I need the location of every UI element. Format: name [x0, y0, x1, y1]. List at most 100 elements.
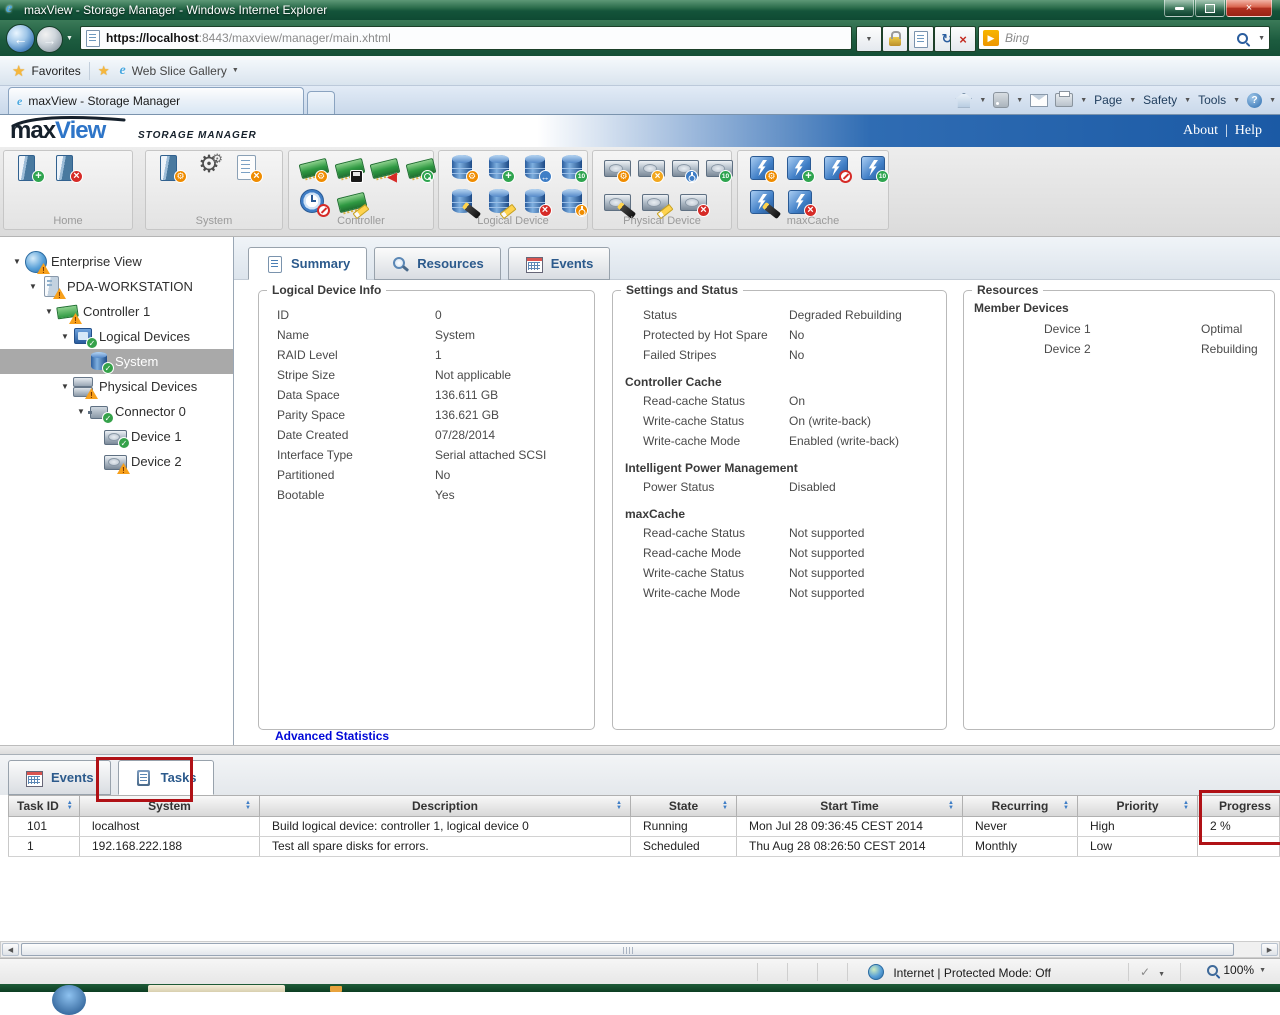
ribbon-button-cache-locate[interactable] — [748, 188, 778, 216]
search-box[interactable]: ▶ Bing ▼ — [978, 26, 1270, 50]
ribbon-button-gear-standalone[interactable] — [194, 154, 224, 182]
tools-menu[interactable]: Tools — [1198, 93, 1226, 107]
print-dropdown-icon[interactable]: ▼ — [1080, 97, 1087, 104]
bottom-tab-events[interactable]: Events — [8, 760, 111, 795]
ribbon-button-cache-disable[interactable] — [822, 154, 851, 182]
tree-expander-icon[interactable]: ▼ — [74, 407, 88, 416]
tab-events[interactable]: Events — [508, 247, 611, 280]
back-button[interactable]: ← — [6, 24, 35, 53]
tree-item-controller-1[interactable]: ▼Controller 1 — [0, 299, 233, 324]
tree-item-system[interactable]: System — [0, 349, 233, 374]
tree-expander-icon[interactable]: ▼ — [42, 307, 56, 316]
page-dropdown-icon[interactable]: ▼ — [1129, 97, 1136, 104]
home-icon[interactable] — [955, 93, 972, 108]
ribbon-button-card-restore[interactable] — [370, 154, 398, 182]
security-lock-button[interactable] — [882, 26, 908, 52]
tree-expander-icon[interactable]: ▼ — [58, 332, 72, 341]
browser-tab[interactable]: e maxView - Storage Manager — [8, 87, 304, 114]
ribbon-button-server-add[interactable] — [14, 154, 44, 182]
mail-icon[interactable] — [1030, 94, 1048, 107]
tree-expander-icon[interactable]: ▼ — [26, 282, 40, 291]
column-header-start-time[interactable]: Start Time▲▼ — [737, 795, 963, 817]
start-orb[interactable] — [52, 985, 86, 1015]
tree-item-physical-devices[interactable]: ▼Physical Devices — [0, 374, 233, 399]
table-row[interactable]: 1192.168.222.188Test all spare disks for… — [8, 837, 1280, 857]
column-header-system[interactable]: System▲▼ — [80, 795, 260, 817]
horizontal-scrollbar[interactable]: ◀ ▶ — [0, 941, 1280, 958]
page-menu[interactable]: Page — [1094, 93, 1122, 107]
safety-dropdown-icon[interactable]: ▼ — [1184, 97, 1191, 104]
table-row[interactable]: 101localhostBuild logical device: contro… — [8, 817, 1280, 837]
restore-button[interactable] — [1195, 0, 1225, 17]
tree-item-pda-workstation[interactable]: ▼PDA-WORKSTATION — [0, 274, 233, 299]
tree-item-device-2[interactable]: Device 2 — [0, 449, 233, 474]
ribbon-button-cache-add[interactable] — [785, 154, 814, 182]
sort-icon[interactable]: ▲▼ — [722, 801, 728, 811]
rss-dropdown-icon[interactable]: ▼ — [1016, 97, 1023, 104]
column-header-task-id[interactable]: Task ID▲▼ — [8, 795, 80, 817]
panel-splitter[interactable] — [0, 745, 1280, 755]
sort-icon[interactable]: ▲▼ — [1183, 801, 1189, 811]
forward-button[interactable]: → — [36, 26, 63, 53]
about-link[interactable]: About — [1183, 123, 1218, 138]
scroll-right-arrow[interactable]: ▶ — [1261, 943, 1278, 956]
ribbon-button-disk-delete[interactable] — [679, 188, 709, 216]
ribbon-button-card-settings[interactable] — [299, 154, 327, 182]
taskbar-app-button[interactable] — [148, 985, 285, 992]
history-dropdown-icon[interactable]: ▼ — [66, 35, 73, 42]
ribbon-button-disk-power[interactable] — [671, 154, 697, 182]
ribbon-button-log-clear[interactable] — [232, 154, 262, 182]
column-header-progress[interactable]: Progress — [1198, 795, 1280, 817]
rss-feed-icon[interactable] — [993, 92, 1009, 108]
tools-dropdown-icon[interactable]: ▼ — [1233, 97, 1240, 104]
scrollbar-thumb[interactable] — [21, 943, 1234, 956]
add-favorite-icon[interactable]: ★ — [98, 63, 110, 79]
sort-icon[interactable]: ▲▼ — [67, 801, 73, 811]
help-icon[interactable]: ? — [1247, 93, 1262, 108]
column-header-description[interactable]: Description▲▼ — [260, 795, 631, 817]
ribbon-button-db-add[interactable] — [486, 154, 515, 182]
advanced-statistics-link[interactable]: Advanced Statistics — [275, 729, 389, 743]
zoom-control[interactable]: 100% ▼ — [1207, 963, 1266, 977]
search-dropdown-icon[interactable]: ▼ — [1258, 35, 1265, 42]
favorites-button[interactable]: Favorites — [31, 64, 80, 78]
minimize-button[interactable] — [1164, 0, 1194, 17]
tab-summary[interactable]: Summary — [248, 247, 367, 280]
ribbon-button-card-save[interactable] — [335, 154, 363, 182]
ribbon-button-clock-disable[interactable] — [299, 188, 329, 216]
tree-item-enterprise-view[interactable]: ▼Enterprise View — [0, 249, 233, 274]
print-icon[interactable] — [1055, 93, 1073, 107]
url-dropdown-button[interactable]: ▼ — [856, 26, 882, 52]
tree-item-logical-devices[interactable]: ▼Logical Devices — [0, 324, 233, 349]
column-header-recurring[interactable]: Recurring▲▼ — [963, 795, 1078, 817]
ribbon-button-card-scan[interactable] — [406, 154, 434, 182]
ribbon-button-db-power[interactable] — [559, 188, 588, 216]
sort-icon[interactable]: ▲▼ — [616, 801, 622, 811]
column-header-state[interactable]: State▲▼ — [631, 795, 737, 817]
tree-item-connector-0[interactable]: ▼Connector 0 — [0, 399, 233, 424]
ribbon-button-cache-settings[interactable] — [748, 154, 777, 182]
ribbon-button-db-locate[interactable] — [449, 188, 478, 216]
ribbon-button-disk-locate[interactable] — [603, 188, 633, 216]
ribbon-button-db-erase[interactable] — [486, 188, 515, 216]
sort-icon[interactable]: ▲▼ — [1063, 801, 1069, 811]
scroll-left-arrow[interactable]: ◀ — [2, 943, 19, 956]
ribbon-button-cache-binary[interactable] — [859, 154, 888, 182]
ribbon-button-disk-binary[interactable] — [705, 154, 731, 182]
ribbon-button-db-expand[interactable] — [522, 154, 551, 182]
sort-icon[interactable]: ▲▼ — [245, 801, 251, 811]
tree-expander-icon[interactable]: ▼ — [10, 257, 24, 266]
ribbon-button-disk-settings[interactable] — [603, 154, 629, 182]
tree-item-device-1[interactable]: Device 1 — [0, 424, 233, 449]
bottom-tab-tasks[interactable]: Tasks — [118, 760, 214, 795]
help-link[interactable]: Help — [1235, 123, 1262, 138]
ribbon-button-db-delete[interactable] — [522, 188, 551, 216]
close-button[interactable]: × — [1226, 0, 1272, 17]
new-tab-stub[interactable] — [307, 91, 335, 115]
stop-button[interactable]: × — [950, 26, 976, 52]
compatibility-view-button[interactable] — [908, 26, 934, 52]
ribbon-button-cache-delete[interactable] — [786, 188, 816, 216]
column-header-priority[interactable]: Priority▲▼ — [1078, 795, 1198, 817]
privacy-icon[interactable]: ✓▼ — [1140, 965, 1165, 979]
search-icon[interactable] — [1237, 33, 1248, 44]
